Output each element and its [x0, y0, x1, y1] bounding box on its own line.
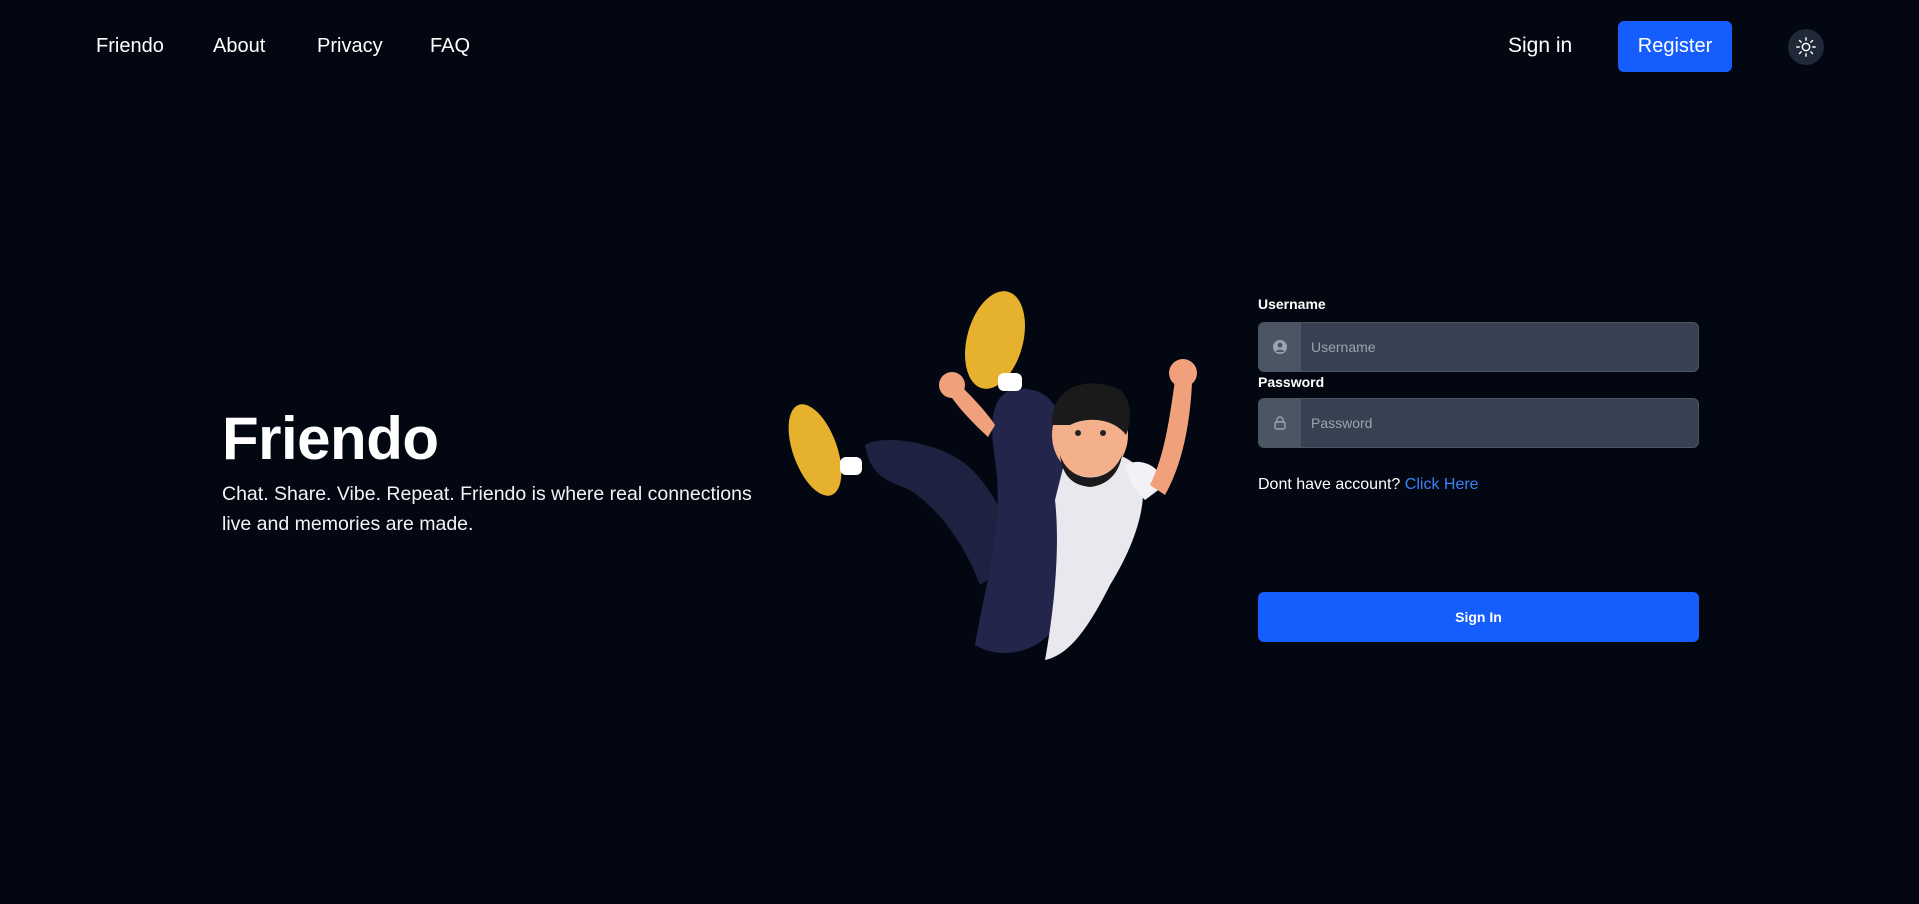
- falling-man-illustration: [788, 291, 1197, 660]
- click-here-link[interactable]: Click Here: [1405, 476, 1479, 493]
- username-input[interactable]: [1301, 323, 1698, 371]
- user-circle-icon: [1259, 323, 1301, 371]
- lock-icon: [1259, 399, 1301, 447]
- username-label: Username: [1258, 296, 1326, 312]
- register-prompt: Dont have account? Click Here: [1258, 474, 1479, 496]
- password-field-group: [1258, 398, 1699, 448]
- username-field-group: [1258, 322, 1699, 372]
- nav-brand-link[interactable]: Friendo: [96, 32, 164, 60]
- password-input[interactable]: [1301, 399, 1698, 447]
- theme-toggle-button[interactable]: [1788, 29, 1824, 65]
- nav-link-about[interactable]: About: [213, 32, 265, 60]
- register-button[interactable]: Register: [1618, 21, 1732, 72]
- page: Friendo About Privacy FAQ Sign in Regist…: [0, 0, 1919, 904]
- nav-link-faq[interactable]: FAQ: [430, 32, 470, 60]
- nav-signin-link[interactable]: Sign in: [1508, 32, 1572, 60]
- sign-in-button[interactable]: Sign In: [1258, 592, 1699, 642]
- no-account-text: Dont have account?: [1258, 476, 1401, 493]
- hero-title: Friendo: [222, 405, 439, 472]
- nav-link-privacy[interactable]: Privacy: [317, 32, 383, 60]
- sun-icon: [1796, 37, 1816, 57]
- hero-tagline: Chat. Share. Vibe. Repeat. Friendo is wh…: [222, 483, 752, 535]
- password-label: Password: [1258, 374, 1325, 390]
